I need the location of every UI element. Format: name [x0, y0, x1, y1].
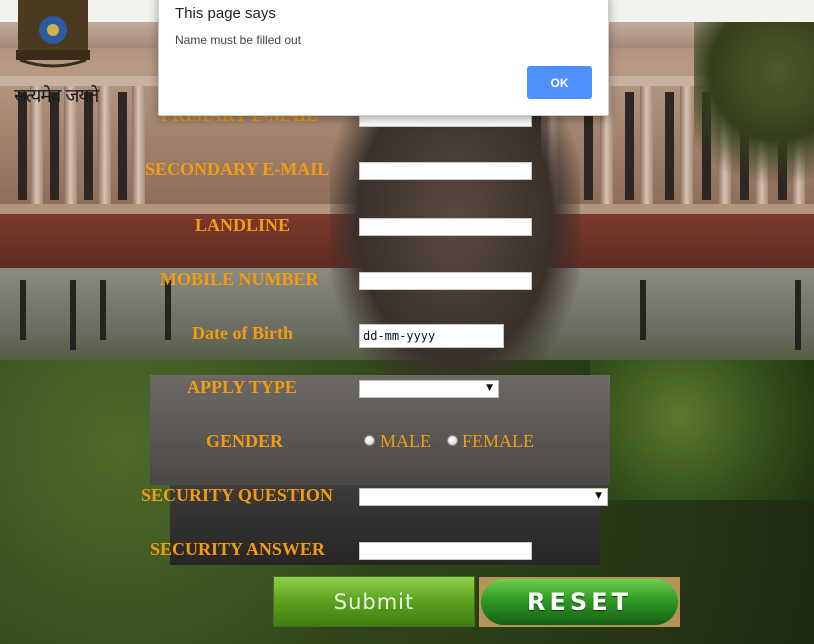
security-question-label: SECURITY QUESTION [141, 485, 333, 505]
gender-female-label: FEMALE [462, 431, 534, 451]
ok-button[interactable]: OK [527, 66, 592, 99]
gender-male-radio[interactable] [364, 435, 375, 446]
gender-male-label: MALE [380, 431, 431, 451]
mobile-number-input[interactable] [359, 272, 532, 290]
emblem-motto: सत्यमेव जयते [14, 85, 99, 107]
gender-label: GENDER [206, 431, 284, 451]
gender-female-radio[interactable] [447, 435, 458, 446]
national-emblem: सत्यमेव जयते [6, 0, 99, 110]
secondary-email-label: SECONDARY E-MAIL [145, 159, 330, 179]
dialog-message: Name must be filled out [175, 33, 302, 47]
mobile-number-label: MOBILE NUMBER [160, 269, 319, 289]
reset-button[interactable]: RESET [479, 577, 680, 627]
landline-input[interactable] [359, 218, 532, 236]
dob-input[interactable]: dd-mm-yyyy [359, 324, 504, 348]
security-answer-input[interactable] [359, 542, 532, 560]
reset-button-label: RESET [481, 579, 678, 625]
dialog-title: This page says [175, 5, 276, 22]
dob-label: Date of Birth [192, 323, 293, 343]
security-question-select[interactable]: ▼ [359, 488, 608, 506]
apply-type-label: APPLY TYPE [187, 377, 297, 397]
apply-type-select[interactable]: ▼ [359, 380, 499, 398]
security-answer-label: SECURITY ANSWER [150, 539, 325, 559]
alert-dialog: This page says Name must be filled out O… [158, 0, 609, 116]
chevron-down-icon: ▼ [595, 491, 602, 501]
landline-label: LANDLINE [195, 215, 291, 235]
dob-placeholder: dd-mm-yyyy [363, 329, 436, 343]
submit-button[interactable]: Submit [273, 576, 475, 627]
secondary-email-input[interactable] [359, 162, 532, 180]
chevron-down-icon: ▼ [486, 383, 493, 393]
national-emblem-icon [16, 0, 90, 68]
